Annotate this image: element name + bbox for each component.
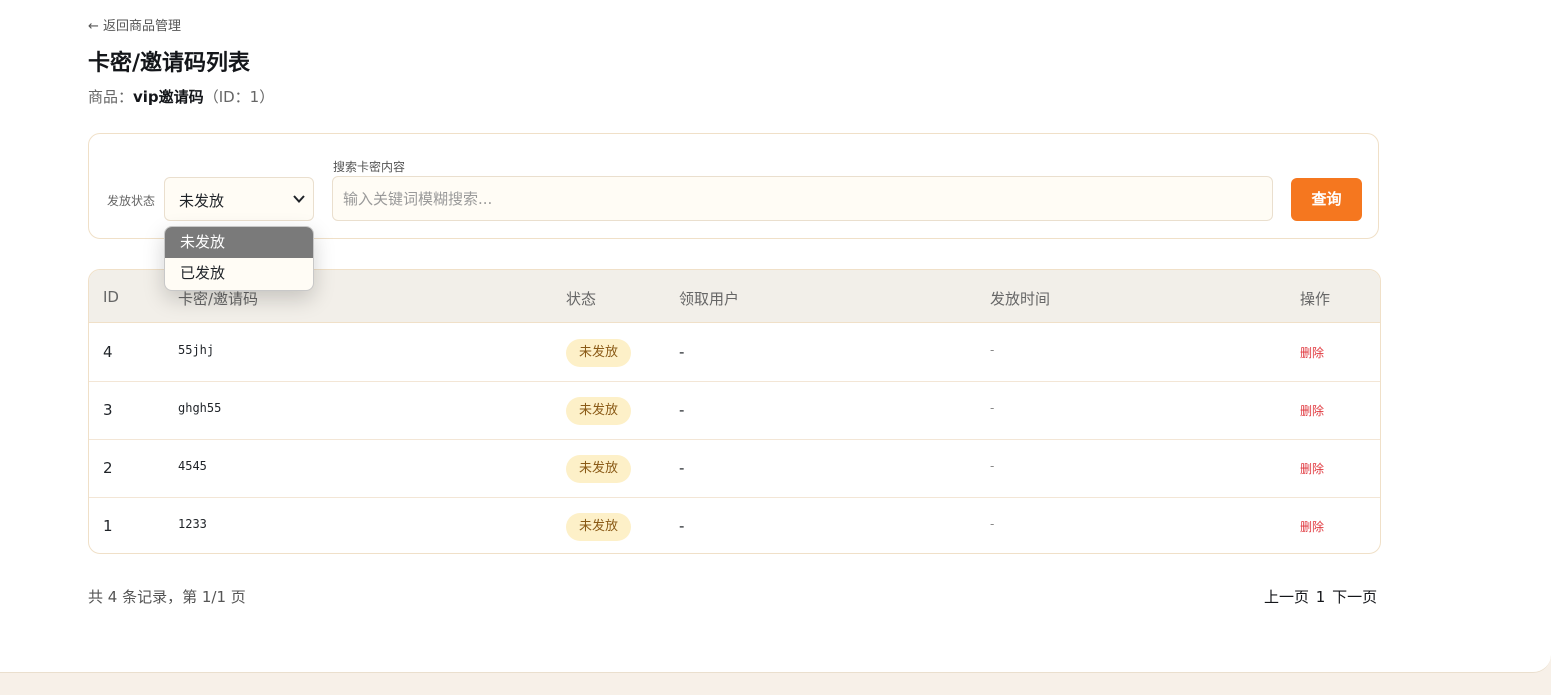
row-time: - [990,401,995,415]
record-summary: 共 4 条记录，第 1/1 页 [88,588,246,606]
product-name: vip邀请码 [133,88,204,106]
pagination: 上一页 1 下一页 [1264,586,1379,607]
status-badge: 未发放 [566,338,632,367]
row-id: 1 [103,517,113,535]
delete-link[interactable]: 删除 [1300,497,1324,553]
search-label: 搜索卡密内容 [333,160,406,174]
column-header-status: 状态 [566,290,597,308]
row-status-cell: 未发放 [566,439,632,497]
current-page: 1 [1315,588,1326,606]
back-to-products-link[interactable]: ← 返回商品管理 [88,15,181,34]
column-header-time: 发放时间 [990,290,1051,308]
product-id: （ID：1） [203,88,275,106]
table-row: 1 1233 未发放 - - 删除 [89,497,1380,553]
row-id: 3 [103,401,113,419]
row-user: - [679,517,685,535]
table-row: 2 4545 未发放 - - 删除 [89,439,1380,498]
status-badge: 未发放 [566,396,632,425]
status-option-unissued[interactable]: 未发放 [165,227,313,258]
status-select-value: 未发放 [179,192,225,210]
status-badge: 未发放 [566,454,632,483]
page-title: 卡密/邀请码列表 [88,51,251,76]
row-time: - [990,343,995,357]
row-user: - [679,343,685,361]
status-filter-label: 发放状态 [107,194,156,208]
page-container: ← 返回商品管理 卡密/邀请码列表 商品：vip邀请码（ID：1） 发放状态 未… [0,0,1551,673]
row-time: - [990,459,995,473]
table-row: 3 ghgh55 未发放 - - 删除 [89,381,1380,440]
row-user: - [679,459,685,477]
product-prefix: 商品： [88,88,134,106]
query-button[interactable]: 查询 [1291,178,1362,221]
search-input[interactable] [332,176,1273,221]
delete-link[interactable]: 删除 [1300,323,1324,381]
table-row: 4 55jhj 未发放 - - 删除 [89,323,1380,382]
column-header-action: 操作 [1300,290,1331,308]
row-status-cell: 未发放 [566,497,632,553]
row-user: - [679,401,685,419]
column-header-id: ID [103,288,119,306]
row-id: 4 [103,343,113,361]
row-status-cell: 未发放 [566,381,632,439]
row-status-cell: 未发放 [566,323,632,381]
next-page-link[interactable]: 下一页 [1332,588,1377,606]
codes-table: ID 卡密/邀请码 状态 领取用户 发放时间 操作 4 55jhj 未发放 - … [88,269,1381,554]
column-header-user: 领取用户 [679,290,740,308]
status-select[interactable]: 未发放 [164,177,314,221]
status-dropdown-menu: 未发放 已发放 [164,226,314,291]
chevron-down-icon [293,195,305,203]
row-code: 4545 [178,459,207,473]
delete-link[interactable]: 删除 [1300,439,1324,497]
row-code: 1233 [178,517,207,531]
status-option-issued[interactable]: 已发放 [165,258,313,289]
prev-page-link[interactable]: 上一页 [1264,588,1309,606]
row-time: - [990,517,995,531]
row-code: 55jhj [178,343,215,357]
status-badge: 未发放 [566,512,632,541]
column-header-code: 卡密/邀请码 [178,290,259,308]
row-id: 2 [103,459,113,477]
product-subtitle: 商品：vip邀请码（ID：1） [88,86,274,107]
row-code: ghgh55 [178,401,222,415]
delete-link[interactable]: 删除 [1300,381,1324,439]
